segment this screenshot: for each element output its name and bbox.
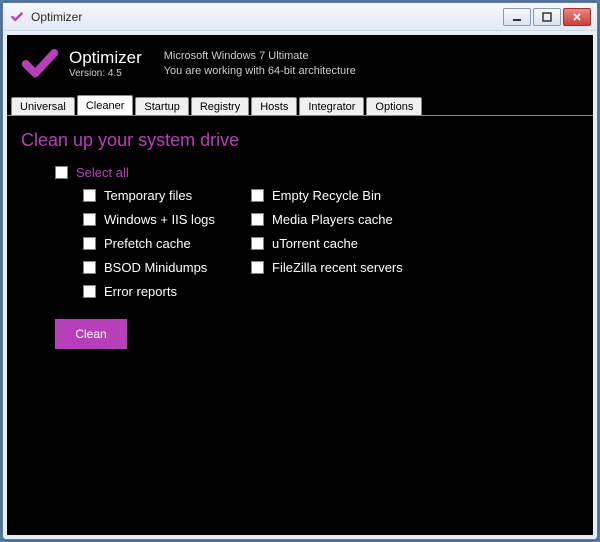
window-title: Optimizer bbox=[31, 10, 503, 24]
checkbox-icon[interactable] bbox=[83, 213, 96, 226]
app-name: Optimizer bbox=[69, 49, 142, 68]
tab-integrator[interactable]: Integrator bbox=[299, 97, 364, 115]
checkbox-icon[interactable] bbox=[83, 237, 96, 250]
tab-hosts[interactable]: Hosts bbox=[251, 97, 297, 115]
tab-content-cleaner: Clean up your system drive Select all Te… bbox=[7, 116, 593, 535]
option-error-reports[interactable]: Error reports bbox=[83, 284, 251, 299]
select-all-label: Select all bbox=[76, 165, 129, 180]
minimize-button[interactable] bbox=[503, 8, 531, 26]
checkbox-icon[interactable] bbox=[251, 189, 264, 202]
tabs-row: Universal Cleaner Startup Registry Hosts… bbox=[7, 93, 593, 115]
option-filezilla-recent-servers[interactable]: FileZilla recent servers bbox=[251, 260, 403, 275]
options-col-2: Empty Recycle Bin Media Players cache uT… bbox=[251, 188, 403, 299]
app-header: Optimizer Version: 4.5 Microsoft Windows… bbox=[7, 35, 593, 93]
tab-universal[interactable]: Universal bbox=[11, 97, 75, 115]
checkbox-icon[interactable] bbox=[83, 285, 96, 298]
options-col-1: Temporary files Windows + IIS logs Prefe… bbox=[83, 188, 251, 299]
maximize-button[interactable] bbox=[533, 8, 561, 26]
checkbox-icon[interactable] bbox=[55, 166, 68, 179]
client-area: Optimizer Version: 4.5 Microsoft Windows… bbox=[7, 35, 593, 535]
tab-cleaner[interactable]: Cleaner bbox=[77, 95, 134, 115]
os-arch: You are working with 64-bit architecture bbox=[164, 64, 356, 79]
option-temporary-files[interactable]: Temporary files bbox=[83, 188, 251, 203]
checkbox-icon[interactable] bbox=[251, 237, 264, 250]
tab-startup[interactable]: Startup bbox=[135, 97, 188, 115]
option-prefetch-cache[interactable]: Prefetch cache bbox=[83, 236, 251, 251]
tab-options[interactable]: Options bbox=[366, 97, 422, 115]
option-bsod-minidumps[interactable]: BSOD Minidumps bbox=[83, 260, 251, 275]
close-button[interactable] bbox=[563, 8, 591, 26]
option-media-players-cache[interactable]: Media Players cache bbox=[251, 212, 403, 227]
header-os-block: Microsoft Windows 7 Ultimate You are wor… bbox=[164, 49, 356, 79]
options-grid: Temporary files Windows + IIS logs Prefe… bbox=[83, 188, 579, 299]
titlebar: Optimizer bbox=[3, 3, 597, 31]
header-title-block: Optimizer Version: 4.5 bbox=[69, 49, 142, 80]
app-title-icon bbox=[9, 9, 25, 25]
checkbox-icon[interactable] bbox=[83, 189, 96, 202]
cleaner-heading: Clean up your system drive bbox=[21, 130, 579, 151]
option-empty-recycle-bin[interactable]: Empty Recycle Bin bbox=[251, 188, 403, 203]
option-windows-iis-logs[interactable]: Windows + IIS logs bbox=[83, 212, 251, 227]
logo-check-icon bbox=[21, 45, 59, 83]
clean-button[interactable]: Clean bbox=[55, 319, 127, 349]
tab-registry[interactable]: Registry bbox=[191, 97, 249, 115]
app-window: Optimizer Optimizer Version: 4.5 Microso bbox=[2, 2, 598, 540]
window-controls bbox=[503, 8, 591, 26]
app-version: Version: 4.5 bbox=[69, 68, 142, 79]
checkbox-icon[interactable] bbox=[251, 261, 264, 274]
checkbox-icon[interactable] bbox=[83, 261, 96, 274]
os-name: Microsoft Windows 7 Ultimate bbox=[164, 49, 356, 64]
option-utorrent-cache[interactable]: uTorrent cache bbox=[251, 236, 403, 251]
checkbox-icon[interactable] bbox=[251, 213, 264, 226]
select-all-row[interactable]: Select all bbox=[55, 165, 579, 180]
